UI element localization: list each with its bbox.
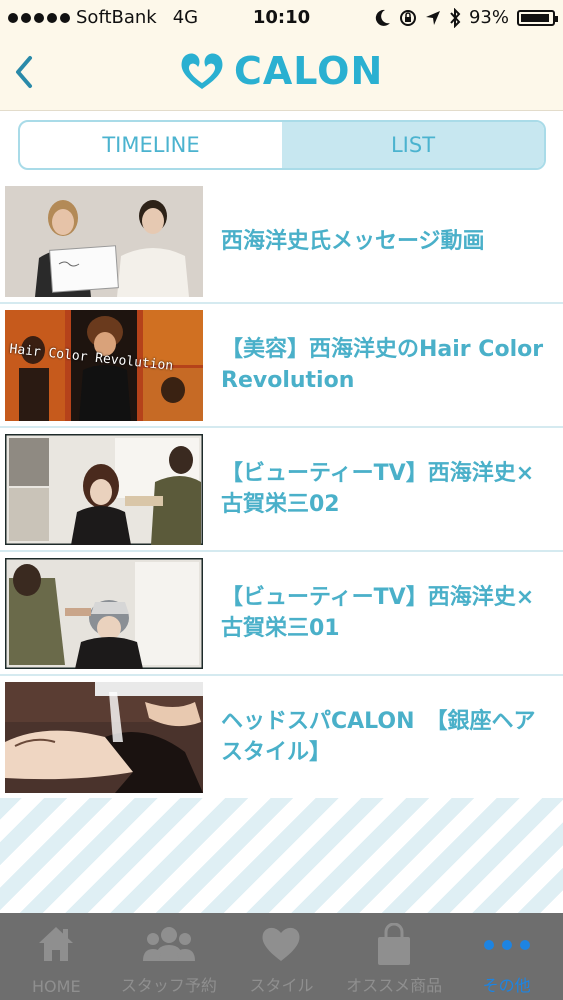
video-list: 西海洋史氏メッセージ動画 Hair Color Revolution 【美容】西… bbox=[0, 180, 563, 800]
chevron-left-icon bbox=[16, 56, 32, 88]
shopping-bag-icon bbox=[378, 923, 411, 965]
tab-recommended-products[interactable]: オススメ商品 bbox=[338, 913, 451, 1000]
battery-icon bbox=[517, 9, 558, 26]
header: SoftBank 4G 10:10 93% CALON bbox=[0, 0, 563, 111]
bluetooth-icon bbox=[450, 7, 461, 28]
thumbnail-image bbox=[5, 558, 203, 669]
tab-label: HOME bbox=[32, 977, 81, 996]
list-item[interactable]: 西海洋史氏メッセージ動画 bbox=[0, 180, 563, 304]
view-segmented-control: TIMELINE LIST bbox=[18, 120, 546, 170]
video-thumbnail bbox=[5, 558, 203, 669]
video-title: 西海洋史氏メッセージ動画 bbox=[221, 228, 485, 254]
tab-staff-reservation[interactable]: スタッフ予約 bbox=[113, 913, 226, 1000]
thumbnail-image bbox=[5, 434, 203, 545]
location-icon bbox=[425, 10, 440, 25]
calon-heart-icon bbox=[181, 53, 223, 89]
video-title: 【ビューティーTV】西海洋史×古賀栄三01 bbox=[221, 585, 535, 641]
list-item[interactable]: Hair Color Revolution 【美容】西海洋史のHair Colo… bbox=[0, 304, 563, 428]
tab-timeline[interactable]: TIMELINE bbox=[20, 122, 282, 168]
list-item[interactable]: 【ビューティーTV】西海洋史×古賀栄三02 bbox=[0, 428, 563, 552]
thumbnail-image bbox=[5, 186, 203, 297]
staff-icon bbox=[142, 927, 195, 961]
logo-text: CALON bbox=[234, 49, 384, 93]
video-title: 【美容】西海洋史のHair Color Revolution bbox=[221, 337, 544, 393]
video-thumbnail bbox=[5, 186, 203, 297]
moon-icon bbox=[375, 9, 390, 26]
more-dots-icon bbox=[483, 940, 530, 950]
tab-label: スタイル bbox=[249, 976, 314, 995]
tab-home[interactable]: HOME bbox=[0, 913, 113, 1000]
tab-list[interactable]: LIST bbox=[282, 122, 544, 168]
status-bar: SoftBank 4G 10:10 93% bbox=[0, 0, 563, 36]
tab-style[interactable]: スタイル bbox=[225, 913, 338, 1000]
list-item[interactable]: 【ビューティーTV】西海洋史×古賀栄三01 bbox=[0, 552, 563, 676]
heart-icon bbox=[263, 927, 300, 961]
empty-list-background bbox=[0, 798, 563, 913]
back-button[interactable] bbox=[10, 52, 40, 92]
video-thumbnail bbox=[5, 682, 203, 793]
tab-label: その他 bbox=[482, 976, 531, 995]
video-thumbnail bbox=[5, 434, 203, 545]
battery-percent: 93% bbox=[468, 7, 509, 28]
rotation-lock-icon bbox=[399, 9, 416, 26]
list-item[interactable]: ヘッドスパCALON 【銀座ヘアスタイル】 bbox=[0, 676, 563, 800]
thumbnail-image bbox=[5, 682, 203, 793]
video-thumbnail: Hair Color Revolution bbox=[5, 310, 203, 421]
video-title: 【ビューティーTV】西海洋史×古賀栄三02 bbox=[221, 461, 535, 517]
bottom-tab-bar: HOME スタッフ予約 スタイル オススメ商品 その他 bbox=[0, 913, 563, 1000]
home-icon bbox=[39, 927, 74, 961]
video-title: ヘッドスパCALON 【銀座ヘアスタイル】 bbox=[221, 709, 536, 765]
tab-label: オススメ商品 bbox=[346, 976, 443, 995]
tab-label: スタッフ予約 bbox=[120, 976, 217, 995]
tab-more[interactable]: その他 bbox=[450, 913, 563, 1000]
app-logo: CALON bbox=[178, 48, 383, 94]
